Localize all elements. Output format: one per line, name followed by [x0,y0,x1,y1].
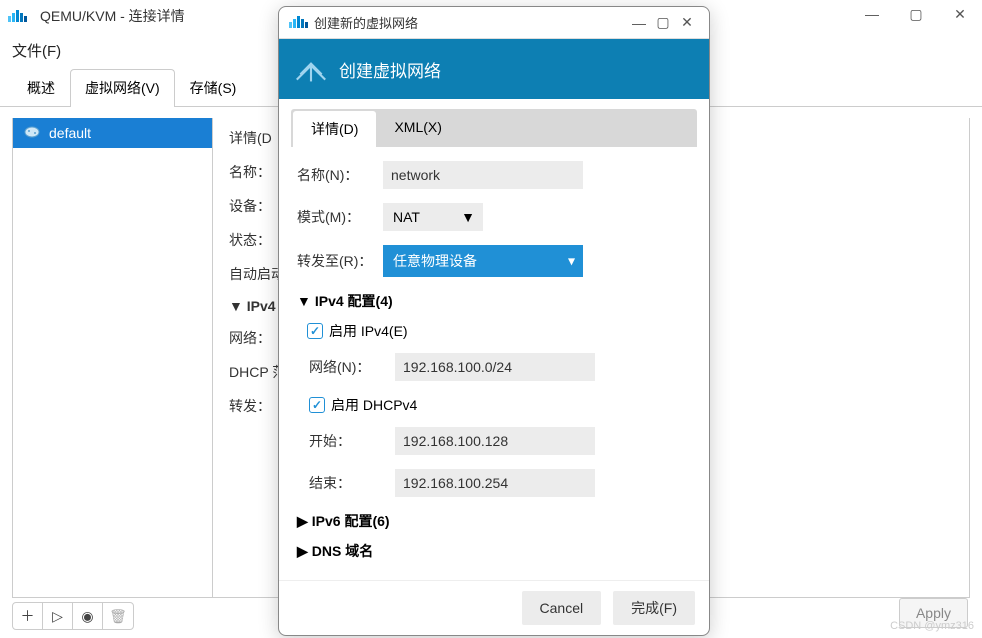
stop-network-button[interactable]: ◉ [73,603,103,629]
chevron-down-icon: ▾ [568,253,575,270]
start-input[interactable] [395,427,595,455]
dialog-minimize-button[interactable]: — [627,13,651,33]
bottom-toolbar: ＋ ▷ ◉ 🗑 [12,602,134,630]
dns-section-header[interactable]: ▶ DNS 域名 [297,541,691,561]
start-network-button[interactable]: ▷ [43,603,73,629]
name-input[interactable] [383,161,583,189]
apply-button[interactable]: Apply [899,598,968,628]
net-label: 网络(N)： [309,357,385,377]
main-maximize-button[interactable]: ▢ [902,4,930,24]
sidebar-item-label: default [49,125,91,141]
enable-ipv4-checkbox[interactable] [307,323,323,339]
tab-storage[interactable]: 存储(S) [175,69,252,106]
dialog-form: 名称(N)： 模式(M)： NAT ▼ 转发至(R)： 任意物理设备 ▾ ▼ I… [291,147,697,580]
ipv4-section-header[interactable]: ▼ IPv4 配置(4) [297,291,691,311]
sidebar-item-default[interactable]: default [13,118,212,148]
enable-dhcpv4-label: 启用 DHCPv4 [331,395,417,415]
dialog-maximize-button[interactable]: ▢ [651,13,675,33]
add-network-button[interactable]: ＋ [13,603,43,629]
cancel-button[interactable]: Cancel [522,591,602,625]
enable-ipv4-label: 启用 IPv4(E) [329,321,408,341]
network-sidebar: default [13,118,213,597]
dialog-footer: Cancel 完成(F) [279,580,709,635]
name-label: 名称(N)： [297,165,373,185]
main-minimize-button[interactable]: — [858,4,886,24]
net-input[interactable] [395,353,595,381]
forward-dropdown[interactable]: 任意物理设备 ▾ [383,245,583,277]
forward-label: 转发至(R)： [297,251,373,271]
tab-virtual-networks[interactable]: 虚拟网络(V) [70,69,175,107]
forward-value: 任意物理设备 [393,253,477,269]
network-icon [23,124,41,142]
mode-value: NAT [393,209,420,225]
mode-dropdown[interactable]: NAT ▼ [383,203,483,231]
dialog-title-bar: 创建新的虚拟网络 — ▢ ✕ [279,7,709,39]
chevron-down-icon: ▼ [461,209,475,225]
dialog-logo-icon [289,15,308,31]
mode-label: 模式(M)： [297,207,373,227]
network-wizard-icon [295,53,327,85]
sub-tab-xml[interactable]: XML(X) [376,111,459,147]
dialog-sub-tabs: 详情(D) XML(X) [291,109,697,147]
finish-button[interactable]: 完成(F) [613,591,695,625]
create-network-dialog: 创建新的虚拟网络 — ▢ ✕ 创建虚拟网络 详情(D) XML(X) 名称(N)… [278,6,710,636]
dialog-header: 创建虚拟网络 [279,39,709,99]
dialog-window-title: 创建新的虚拟网络 [314,13,418,32]
delete-network-button[interactable]: 🗑 [103,603,133,629]
main-close-button[interactable]: ✕ [946,4,974,24]
start-label: 开始： [309,431,385,451]
end-input[interactable] [395,469,595,497]
enable-dhcpv4-checkbox[interactable] [309,397,325,413]
dialog-header-title: 创建虚拟网络 [339,57,441,82]
tab-overview[interactable]: 概述 [12,69,70,106]
dialog-close-button[interactable]: ✕ [675,13,699,33]
main-window-title: QEMU/KVM - 连接详情 [40,6,185,26]
end-label: 结束： [309,473,385,493]
app-logo-icon [8,10,32,22]
dialog-body: 详情(D) XML(X) 名称(N)： 模式(M)： NAT ▼ 转发至(R)：… [279,99,709,580]
ipv6-section-header[interactable]: ▶ IPv6 配置(6) [297,511,691,531]
sub-tab-details[interactable]: 详情(D) [293,111,376,147]
